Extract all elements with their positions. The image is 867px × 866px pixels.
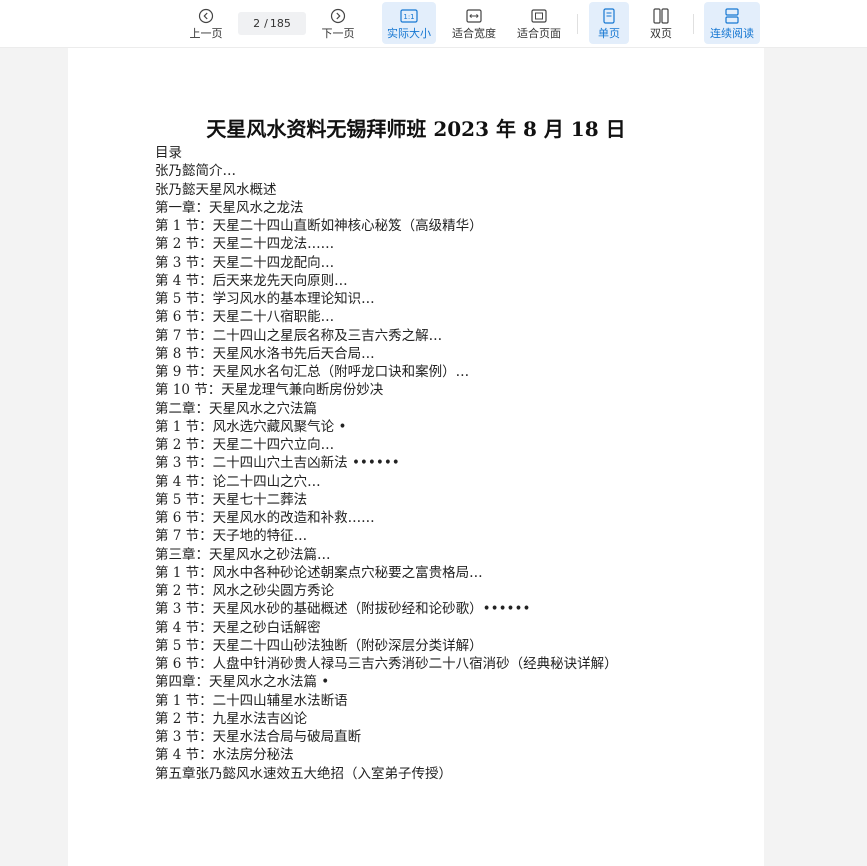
toc-entry: 第 1 节：风水中各种砂论述朝案点穴秘要之富贵格局… bbox=[155, 564, 483, 581]
toc-entry: 第 3 节：二十四山穴土吉凶新法 •••••• bbox=[155, 455, 400, 472]
next-page-button[interactable]: 下一页 bbox=[316, 2, 360, 44]
actual-size-label: 实际大小 bbox=[387, 26, 431, 40]
page-separator: / bbox=[264, 17, 268, 30]
page-number-field[interactable]: 2 / 185 bbox=[238, 12, 306, 35]
toc-entry: 第五章张乃懿风水速效五大绝招（入室弟子传授） bbox=[155, 765, 452, 782]
toc-entry: 第 4 节：后天来龙先天向原则… bbox=[155, 272, 348, 289]
prev-page-label: 上一页 bbox=[189, 26, 223, 40]
toc-entry: 第 2 节：天星二十四穴立向… bbox=[155, 437, 335, 453]
fit-page-icon bbox=[531, 7, 547, 25]
double-page-button[interactable]: 双页 bbox=[641, 2, 681, 44]
double-page-label: 双页 bbox=[650, 26, 672, 40]
document-page: 天星风水资料无锡拜师班 2023 年 8 月 18 日 目录张乃懿简介… 张乃懿天… bbox=[68, 48, 764, 866]
total-pages: 185 bbox=[269, 17, 291, 30]
toc-entry: 第 3 节：天星风水砂的基础概述（附拔砂经和论砂歌）•••••• bbox=[155, 601, 531, 618]
single-page-icon bbox=[603, 7, 615, 25]
toc-entry: 第 3 节：天星水法合局与破局直断 bbox=[155, 729, 362, 745]
double-page-icon bbox=[653, 7, 669, 25]
toc-entry: 第 4 节：天星之砂白话解密 bbox=[155, 619, 321, 636]
chevron-right-circle-icon bbox=[330, 7, 346, 25]
toc-entry: 第 9 节：天星风水名句汇总（附呼龙口诀和案例）… bbox=[155, 364, 470, 380]
fit-width-icon bbox=[466, 7, 482, 25]
toc-entry: 第 4 节：论二十四山之穴… bbox=[155, 473, 321, 490]
toc-entry: 第 5 节：学习风水的基本理论知识… bbox=[155, 291, 375, 307]
toc-entry: 第 1 节：天星二十四山直断如神核心秘笈（高级精华） bbox=[155, 218, 483, 234]
toc-entry: 第 4 节：水法房分秘法 bbox=[155, 747, 294, 764]
toolbar: 上一页 2 / 185 下一页 1:1 实际大小 适合宽度 适合页面 单页 双页… bbox=[0, 0, 867, 48]
toc-entry: 第 1 节：风水选穴藏风聚气论 • bbox=[155, 418, 347, 435]
toc-entry: 第 10 节：天星龙理气兼向断房份妙决 bbox=[155, 382, 384, 399]
toc-entry: 第三章：天星风水之砂法篇… bbox=[155, 546, 331, 563]
toc-entry: 第 2 节：九星水法吉凶论 bbox=[155, 710, 308, 727]
toc-heading: 目录 bbox=[155, 145, 182, 161]
toc-entry: 第 6 节：天星风水的改造和补救…… bbox=[155, 510, 375, 526]
toc-entry: 张乃懿天星风水概述 bbox=[155, 181, 277, 198]
current-page-input[interactable]: 2 bbox=[253, 17, 260, 30]
fit-page-label: 适合页面 bbox=[517, 26, 561, 40]
prev-page-button[interactable]: 上一页 bbox=[184, 2, 228, 44]
continuous-reading-button[interactable]: 连续阅读 bbox=[704, 2, 760, 44]
toc-entry: 第 8 节：天星风水洛书先后天合局… bbox=[155, 345, 375, 362]
actual-size-button[interactable]: 1:1 实际大小 bbox=[382, 2, 436, 44]
toolbar-divider bbox=[577, 14, 578, 34]
toc-entry: 第 3 节：天星二十四龙配向… bbox=[155, 254, 335, 271]
single-page-label: 单页 bbox=[598, 26, 620, 40]
toc-entry: 第一章：天星风水之龙法 bbox=[155, 199, 304, 216]
continuous-scroll-icon bbox=[724, 7, 740, 25]
toc-entry: 第 6 节：天星二十八宿职能… bbox=[155, 309, 335, 326]
single-page-button[interactable]: 单页 bbox=[589, 2, 629, 44]
toc-entry: 第 5 节：天星二十四山砂法独断（附砂深层分类详解） bbox=[155, 637, 483, 654]
toolbar-divider bbox=[693, 14, 694, 34]
continuous-reading-label: 连续阅读 bbox=[710, 26, 754, 40]
toc-entry: 第 2 节：天星二十四龙法…… bbox=[155, 236, 335, 253]
fit-width-label: 适合宽度 bbox=[452, 26, 496, 40]
one-to-one-icon: 1:1 bbox=[400, 7, 418, 25]
svg-text:1:1: 1:1 bbox=[403, 13, 414, 21]
toc-entry: 第二章：天星风水之穴法篇 bbox=[155, 400, 317, 417]
toc-entry: 第 5 节：天星七十二葬法 bbox=[155, 491, 308, 508]
chevron-left-circle-icon bbox=[198, 7, 214, 25]
fit-page-button[interactable]: 适合页面 bbox=[513, 2, 565, 44]
next-page-label: 下一页 bbox=[321, 26, 355, 40]
toc-entry: 第 1 节：二十四山辅星水法断语 bbox=[155, 692, 348, 709]
toc-entry: 张乃懿简介… bbox=[155, 163, 236, 180]
toc-entry: 第 6 节：人盘中针消砂贵人禄马三吉六秀消砂二十八宿消砂（经典秘诀详解） bbox=[155, 656, 618, 672]
toc-entry: 第四章：天星风水之水法篇 • bbox=[155, 674, 330, 691]
toc-entry: 第 7 节：天子地的特征… bbox=[155, 528, 308, 545]
toc-entry: 第 2 节：风水之砂尖圆方秀论 bbox=[155, 583, 335, 599]
document-title: 天星风水资料无锡拜师班 2023 年 8 月 18 日 bbox=[206, 117, 626, 141]
table-of-contents: 目录张乃懿简介… 张乃懿天星风水概述 第一章：天星风水之龙法第 1 节：天星二十四山… bbox=[155, 144, 618, 783]
toc-entry: 第 7 节：二十四山之星辰名称及三吉六秀之解… bbox=[155, 327, 443, 344]
fit-width-button[interactable]: 适合宽度 bbox=[448, 2, 500, 44]
